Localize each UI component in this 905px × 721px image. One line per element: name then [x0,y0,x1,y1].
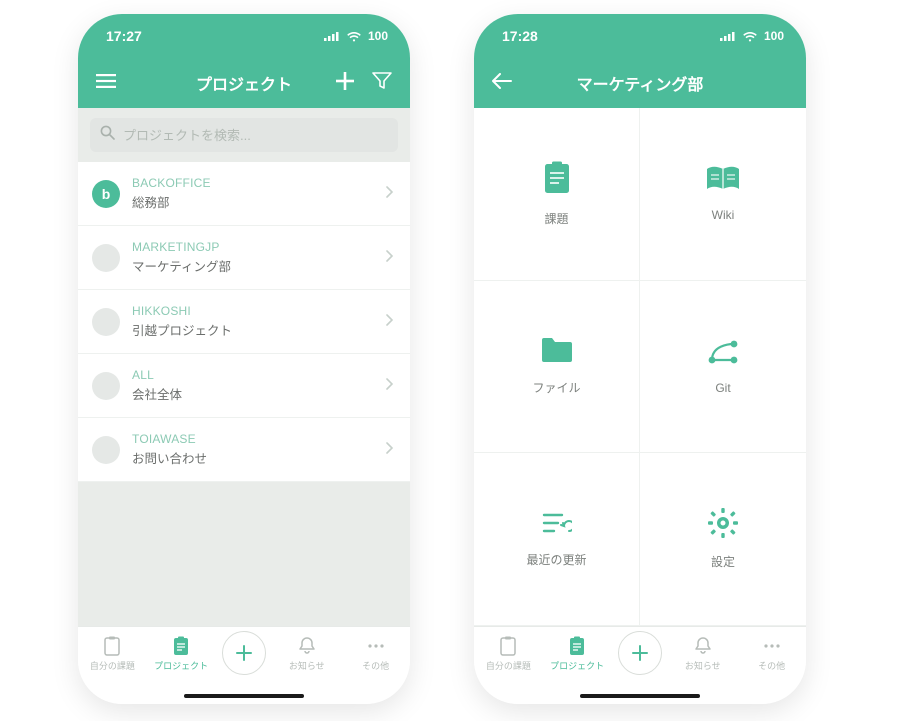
back-icon[interactable] [492,73,512,94]
item-text: BACKOFFICE 総務部 [132,176,374,211]
tab-projects[interactable]: プロジェクト [153,635,209,672]
item-text: ALL 会社全体 [132,368,374,403]
tab-bar: 自分の課題 プロジェクト お知らせ その他 [78,626,410,704]
page-title: プロジェクト [196,71,292,95]
status-indicators: 100 [324,29,388,43]
battery-value: 100 [368,29,388,43]
tab-bar: 自分の課題 プロジェクト お知らせ その他 [474,626,806,704]
search-bar[interactable] [90,118,398,152]
tab-label: お知らせ [289,659,325,672]
status-indicators: 100 [720,29,784,43]
chevron-right-icon [386,185,394,203]
tab-myissues[interactable]: 自分の課題 [84,635,140,672]
grid-wiki[interactable]: Wiki [640,108,806,281]
grid-recent[interactable]: 最近の更新 [474,453,640,626]
project-name: 総務部 [132,192,374,211]
wiki-icon [705,165,741,198]
grid-git[interactable]: Git [640,281,806,454]
tab-other[interactable]: その他 [348,635,404,672]
git-icon [706,338,740,371]
project-avatar [92,244,120,272]
home-indicator [184,694,304,698]
tab-notice[interactable]: お知らせ [675,635,731,672]
nav-header: マーケティング部 [474,58,806,108]
add-icon[interactable] [336,72,354,95]
fab-add[interactable] [618,631,662,675]
filter-icon[interactable] [372,72,392,95]
chevron-right-icon [386,313,394,331]
wifi-icon [346,31,362,42]
cellular-icon [324,31,340,41]
battery-value: 100 [764,29,784,43]
project-avatar [92,308,120,336]
status-time: 17:28 [502,28,538,44]
project-code: HIKKOSHI [132,304,374,318]
folder-icon [540,336,574,369]
feature-grid: 課題 Wiki ファイル Git 最近の更新 [474,108,806,626]
status-time: 17:27 [106,28,142,44]
phone-project-detail: 17:28 100 マーケティング部 課題 [474,14,806,704]
status-bar: 17:28 100 [474,14,806,58]
tab-label: 自分の課題 [486,659,531,672]
page-title: マーケティング部 [577,71,704,95]
list-item[interactable]: MARKETINGJP マーケティング部 [78,226,410,290]
issues-icon [542,161,572,200]
tab-label: お知らせ [685,659,721,672]
search-icon [100,125,115,145]
grid-files[interactable]: ファイル [474,281,640,454]
project-avatar [92,372,120,400]
nav-header: プロジェクト [78,58,410,108]
grid-settings[interactable]: 設定 [640,453,806,626]
project-code: MARKETINGJP [132,240,374,254]
list-item[interactable]: ALL 会社全体 [78,354,410,418]
grid-label: 設定 [711,553,735,570]
project-avatar [92,436,120,464]
project-code: TOIAWASE [132,432,374,446]
tab-label: その他 [758,659,785,672]
tab-myissues[interactable]: 自分の課題 [480,635,536,672]
status-bar: 17:27 100 [78,14,410,58]
chevron-right-icon [386,249,394,267]
list-item[interactable]: HIKKOSHI 引越プロジェクト [78,290,410,354]
item-text: TOIAWASE お問い合わせ [132,432,374,467]
grid-label: Git [715,381,730,395]
content: b BACKOFFICE 総務部 MARKETINGJP マーケティング部 HI… [78,108,410,626]
cellular-icon [720,31,736,41]
wifi-icon [742,31,758,42]
list-item[interactable]: TOIAWASE お問い合わせ [78,418,410,482]
project-name: お問い合わせ [132,448,374,467]
recent-icon [542,510,572,541]
home-indicator [580,694,700,698]
tab-other[interactable]: その他 [744,635,800,672]
grid-label: Wiki [712,208,735,222]
tab-label: 自分の課題 [90,659,135,672]
tab-label: プロジェクト [154,659,208,672]
chevron-right-icon [386,377,394,395]
fab-add[interactable] [222,631,266,675]
list-item[interactable]: b BACKOFFICE 総務部 [78,162,410,226]
project-name: マーケティング部 [132,256,374,275]
gear-icon [708,508,738,543]
menu-icon[interactable] [96,74,116,93]
project-code: ALL [132,368,374,382]
tab-label: プロジェクト [550,659,604,672]
search-input[interactable] [123,128,388,143]
chevron-right-icon [386,441,394,459]
item-text: MARKETINGJP マーケティング部 [132,240,374,275]
project-name: 引越プロジェクト [132,320,374,339]
grid-label: ファイル [532,379,580,396]
project-code: BACKOFFICE [132,176,374,190]
phone-projects: 17:27 100 プロジェクト [78,14,410,704]
tab-notice[interactable]: お知らせ [279,635,335,672]
item-text: HIKKOSHI 引越プロジェクト [132,304,374,339]
grid-label: 課題 [544,210,568,227]
grid-label: 最近の更新 [526,551,586,568]
tab-projects[interactable]: プロジェクト [549,635,605,672]
project-name: 会社全体 [132,384,374,403]
grid-issues[interactable]: 課題 [474,108,640,281]
project-avatar: b [92,180,120,208]
tab-label: その他 [362,659,389,672]
project-list: b BACKOFFICE 総務部 MARKETINGJP マーケティング部 HI… [78,162,410,482]
